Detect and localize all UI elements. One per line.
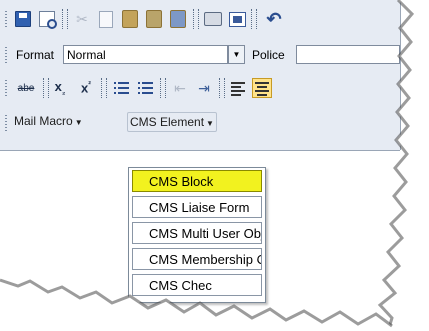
dropdown-item-cms-membership-object[interactable]: CMS Membership Object [132, 248, 262, 270]
toolbar-row-cms: Mail Macro ▼ CMS Element ▼ [0, 108, 400, 138]
format-dropdown-button[interactable]: ▼ [228, 45, 245, 64]
save-button[interactable] [13, 9, 33, 29]
show-blocks-button[interactable] [227, 9, 247, 29]
chevron-down-icon: ▼ [74, 118, 83, 127]
preview-icon [39, 11, 57, 29]
copy-icon [99, 10, 113, 28]
format-select-value: Normal [67, 48, 106, 62]
chevron-down-icon: ▼ [206, 119, 214, 128]
toolbar-row-standard: ✂ ↶ [0, 4, 400, 34]
mail-macro-label: Mail Macro [14, 114, 73, 128]
paste-word-button[interactable] [168, 9, 188, 29]
cms-element-menu[interactable]: CMS Element ▼ [127, 112, 217, 132]
save-icon [15, 11, 31, 27]
chevron-down-icon: ▼ [232, 50, 241, 59]
bulleted-list-button[interactable] [135, 78, 155, 98]
strikethrough-button[interactable]: abe [13, 78, 39, 98]
outdent-button[interactable]: ⇤ [170, 78, 190, 98]
outdent-icon: ⇤ [174, 79, 186, 96]
printer-icon [204, 12, 222, 26]
cut-button[interactable]: ✂ [72, 9, 92, 29]
indent-icon: ⇥ [198, 79, 210, 96]
paste-text-button[interactable] [144, 9, 164, 29]
superscript-icon: x² [81, 80, 91, 96]
format-label: Format [16, 48, 55, 62]
bulleted-list-icon [137, 81, 153, 95]
cms-element-dropdown: CMS Block CMS Liaise Form CMS Multi User… [128, 167, 266, 303]
toolbar-row-styles: abe x₂ x² ⇤ ⇥ [0, 73, 400, 103]
strikethrough-label: abe [17, 82, 35, 94]
toolbar-separator [160, 78, 166, 98]
toolbar-grip[interactable] [5, 115, 7, 132]
font-select[interactable] [296, 45, 400, 64]
numbered-list-icon [113, 81, 129, 95]
font-label: Police [252, 48, 285, 62]
indent-button[interactable]: ⇥ [194, 78, 214, 98]
align-center-button[interactable] [252, 78, 272, 98]
clipboard-icon [122, 10, 138, 28]
mail-macro-menu[interactable]: Mail Macro ▼ [14, 114, 83, 128]
align-left-button[interactable] [228, 78, 248, 98]
toolbar-separator [62, 9, 68, 29]
copy-button[interactable] [96, 9, 116, 29]
toolbar-separator [193, 9, 199, 29]
cms-element-label: CMS Element [130, 115, 205, 129]
dropdown-item-cms-checkbox[interactable]: CMS Chec [132, 274, 262, 296]
toolbar-separator [101, 78, 107, 98]
print-button[interactable] [203, 9, 223, 29]
toolbar-grip[interactable] [5, 80, 7, 97]
undo-button[interactable]: ↶ [264, 9, 284, 29]
toolbar-grip[interactable] [5, 11, 7, 28]
paste-word-icon [170, 10, 186, 28]
toolbar-row-format: Format Normal ▼ Police [0, 40, 400, 70]
dropdown-item-cms-multi-user-object[interactable]: CMS Multi User Object [132, 222, 262, 244]
subscript-button[interactable]: x₂ [50, 78, 70, 98]
subscript-icon: x₂ [54, 79, 66, 97]
align-center-icon [255, 81, 269, 96]
toolbar-separator [219, 78, 225, 98]
numbered-list-button[interactable] [111, 78, 131, 98]
scissors-icon: ✂ [76, 10, 88, 27]
superscript-button[interactable]: x² [76, 78, 96, 98]
preview-button[interactable] [37, 9, 57, 29]
toolbar-separator [43, 78, 49, 98]
paste-button[interactable] [120, 9, 140, 29]
undo-icon: ↶ [266, 8, 282, 29]
align-left-icon [231, 81, 245, 96]
editor-toolbar: ✂ ↶ Format Normal ▼ Police abe x₂ x² ⇤ ⇥… [0, 0, 401, 150]
paste-text-icon [146, 10, 162, 28]
screenshot-frame: ✂ ↶ Format Normal ▼ Police abe x₂ x² ⇤ ⇥… [0, 0, 429, 331]
format-select[interactable]: Normal [63, 45, 228, 64]
dropdown-item-cms-liaise-form[interactable]: CMS Liaise Form [132, 196, 262, 218]
panel-icon [228, 11, 246, 27]
dropdown-item-cms-block[interactable]: CMS Block [132, 170, 262, 192]
toolbar-separator [251, 9, 257, 29]
toolbar-grip[interactable] [5, 47, 7, 64]
